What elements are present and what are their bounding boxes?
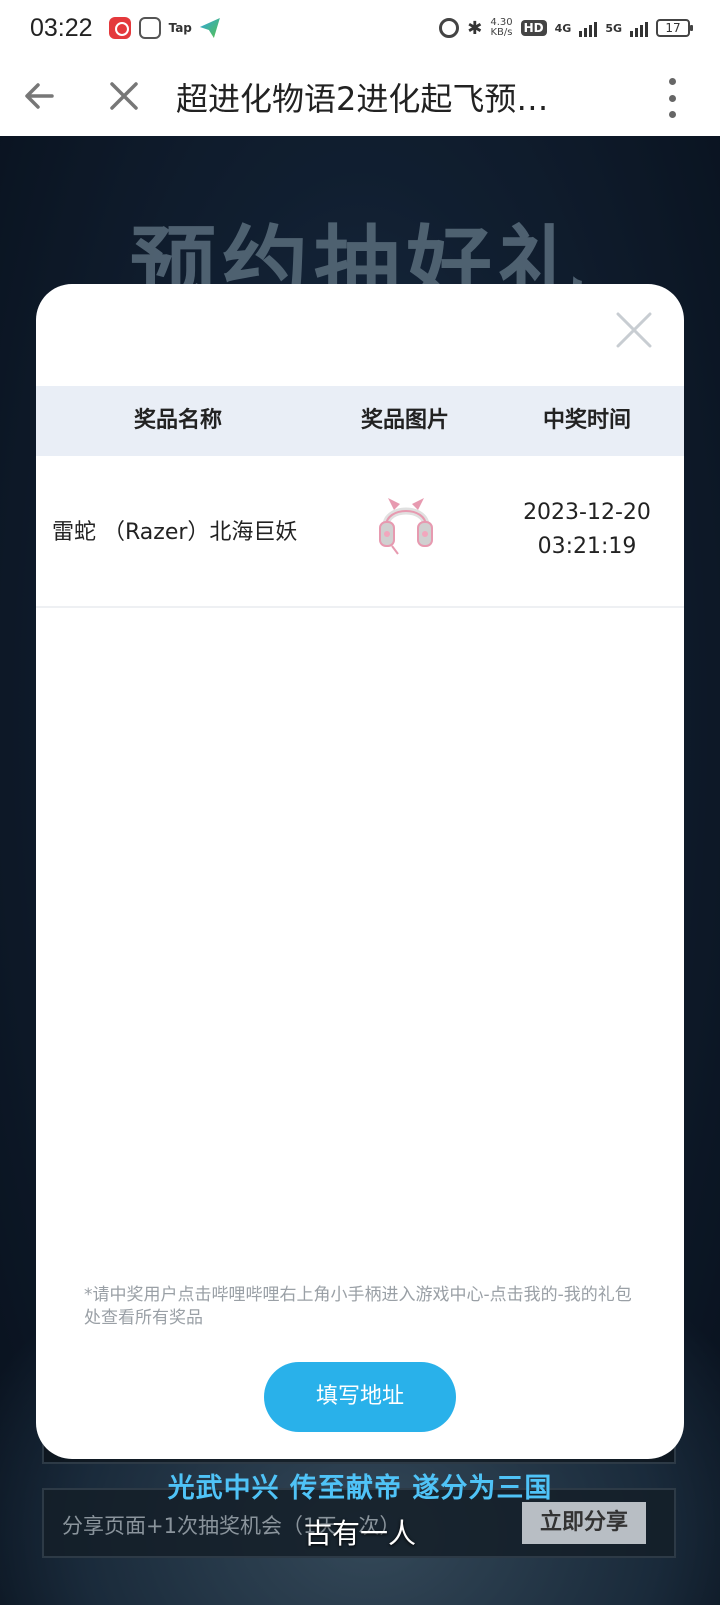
system-icons: ✱ 4.30 KB/s HD 4G 5G 17 <box>439 0 693 56</box>
battery-icon: 17 <box>656 19 693 37</box>
win-date: 2023-12-20 <box>523 500 651 525</box>
headset-icon <box>379 498 433 555</box>
prize-notice: *请中奖用户点击哔哩哔哩右上角小手柄进入游戏中心-点击我的-我的礼包处查看所有奖… <box>84 1285 632 1328</box>
table-row: 雷蛇 （Razer）北海巨妖 2023-12-20 03:21:19 <box>36 456 684 608</box>
more-menu-icon[interactable] <box>664 78 680 118</box>
modal-close-icon[interactable] <box>614 310 654 350</box>
prize-record-modal: 奖品名称 奖品图片 中奖时间 雷蛇 （Razer）北海巨妖 2023-12-20… <box>36 284 684 1459</box>
win-time: 2023-12-20 03:21:19 <box>490 496 684 564</box>
alarm-icon <box>439 18 460 38</box>
bilibili-icon <box>138 17 161 39</box>
page-title: 超进化物语2进化起飞预… <box>176 80 549 118</box>
netease-music-icon <box>108 17 131 39</box>
header-prize-image: 奖品图片 <box>360 408 449 433</box>
network-4g-label: 4G <box>554 21 572 35</box>
telegram-icon <box>199 18 220 38</box>
close-icon[interactable] <box>104 76 144 116</box>
back-arrow-icon[interactable] <box>20 76 60 116</box>
network-speed: 4.30 KB/s <box>490 18 512 38</box>
bluetooth-icon: ✱ <box>467 17 483 39</box>
status-time: 03:22 <box>30 13 93 42</box>
fill-address-button[interactable]: 填写地址 <box>264 1362 456 1432</box>
notification-icons: Tap <box>108 17 220 39</box>
hd-voice-icon: HD <box>520 20 547 36</box>
browser-nav-bar: 超进化物语2进化起飞预… <box>0 56 720 136</box>
network-5g-label: 5G <box>605 21 622 35</box>
taptap-icon: Tap <box>168 21 192 35</box>
prize-name: 雷蛇 （Razer）北海巨妖 <box>52 520 298 545</box>
video-subtitle: 古有一人 <box>303 1517 416 1550</box>
speed-unit: KB/s <box>490 27 513 38</box>
header-prize-name: 奖品名称 <box>133 408 222 433</box>
slogan-caption: 光武中兴 传至献帝 遂分为三国 <box>167 1473 553 1504</box>
signal-icon <box>579 19 598 37</box>
status-bar: 03:22 Tap ✱ 4.30 KB/s HD 4G 5G 17 <box>0 0 720 56</box>
prize-table-header: 奖品名称 奖品图片 中奖时间 <box>36 386 684 456</box>
header-win-time: 中奖时间 <box>542 408 631 433</box>
signal-icon-2 <box>630 19 648 37</box>
win-clock: 03:21:19 <box>537 534 637 559</box>
